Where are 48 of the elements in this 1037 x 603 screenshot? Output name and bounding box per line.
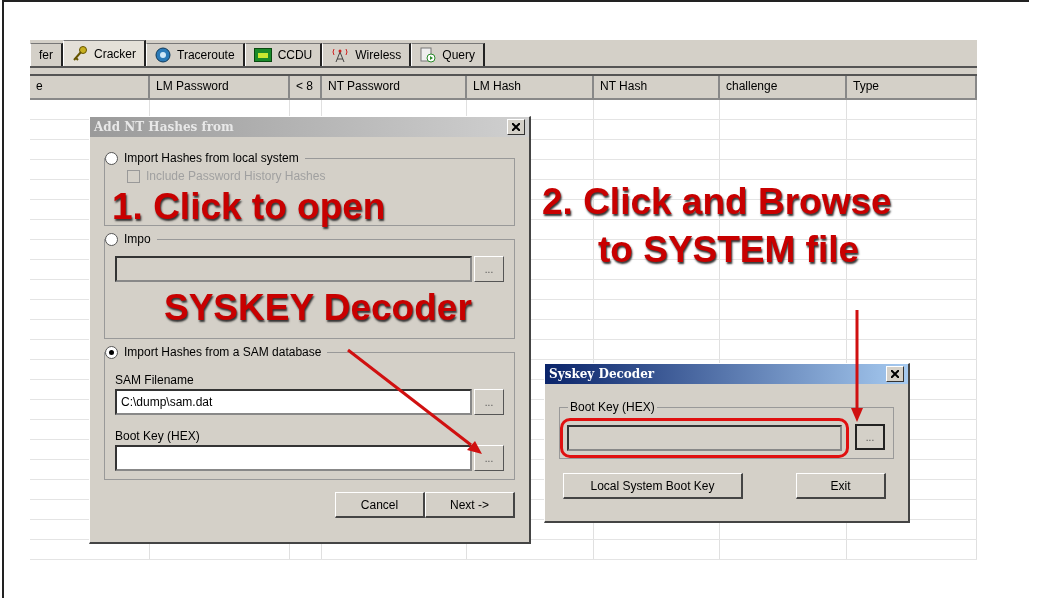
boot-key-field[interactable]: [567, 425, 842, 451]
browse-button[interactable]: ...: [474, 389, 504, 415]
radio-label: Import Hashes from a SAM database: [124, 345, 322, 359]
input-field[interactable]: C:\dump\sam.dat: [115, 389, 472, 415]
tab[interactable]: Cracker: [63, 40, 147, 66]
browse-button[interactable]: ...: [855, 424, 885, 450]
dialog-button[interactable]: Local System Boot Key: [563, 473, 743, 499]
dialog-title: Syskey Decoder: [549, 367, 655, 381]
tab[interactable]: Traceroute: [146, 43, 245, 66]
file-field[interactable]: [115, 256, 472, 282]
browse-button[interactable]: ...: [474, 445, 504, 471]
close-button[interactable]: [886, 366, 904, 382]
column-header[interactable]: < 8: [290, 76, 322, 98]
radio-button[interactable]: [105, 345, 118, 359]
annotation-overlay: 1. Click to open: [112, 187, 386, 227]
input-field[interactable]: [115, 445, 472, 471]
annotation-overlay: 2. Click and Browse: [542, 182, 892, 222]
column-header[interactable]: LM Hash: [467, 76, 594, 98]
column-header[interactable]: LM Password: [150, 76, 290, 98]
column-header[interactable]: e: [30, 76, 150, 98]
radio-label: Impo: [124, 232, 151, 246]
field-label: Boot Key (HEX): [115, 429, 201, 443]
close-icon: [891, 370, 899, 378]
key-icon: [72, 45, 88, 62]
dialog-button[interactable]: Cancel: [335, 492, 425, 518]
monitor-icon: [253, 48, 272, 62]
tab[interactable]: Wireless: [322, 43, 412, 66]
antenna-icon: [331, 47, 350, 63]
column-header[interactable]: NT Password: [322, 76, 467, 98]
annotation-overlay: to SYSTEM file: [598, 230, 860, 270]
field-label: SAM Filename: [115, 373, 195, 387]
browse-button[interactable]: ...: [474, 256, 504, 282]
dialog-title: Add NT Hashes from: [94, 120, 234, 134]
radio-label: Import Hashes from local system: [124, 151, 299, 165]
document-icon: [420, 47, 437, 63]
column-header[interactable]: challenge: [720, 76, 847, 98]
column-header[interactable]: Type: [847, 76, 977, 98]
radio-button[interactable]: [105, 232, 118, 246]
tab[interactable]: fer: [30, 43, 63, 66]
tab[interactable]: CCDU: [244, 43, 323, 66]
close-icon: [512, 123, 520, 131]
tab[interactable]: Query: [411, 43, 485, 66]
annotation-overlay: SYSKEY Decoder: [164, 288, 472, 328]
dialog-button[interactable]: Next ->: [425, 492, 515, 518]
radio-button[interactable]: [105, 151, 118, 165]
group-label: Boot Key (HEX): [570, 400, 655, 414]
column-header[interactable]: NT Hash: [594, 76, 720, 98]
dialog-button[interactable]: Exit: [796, 473, 886, 499]
